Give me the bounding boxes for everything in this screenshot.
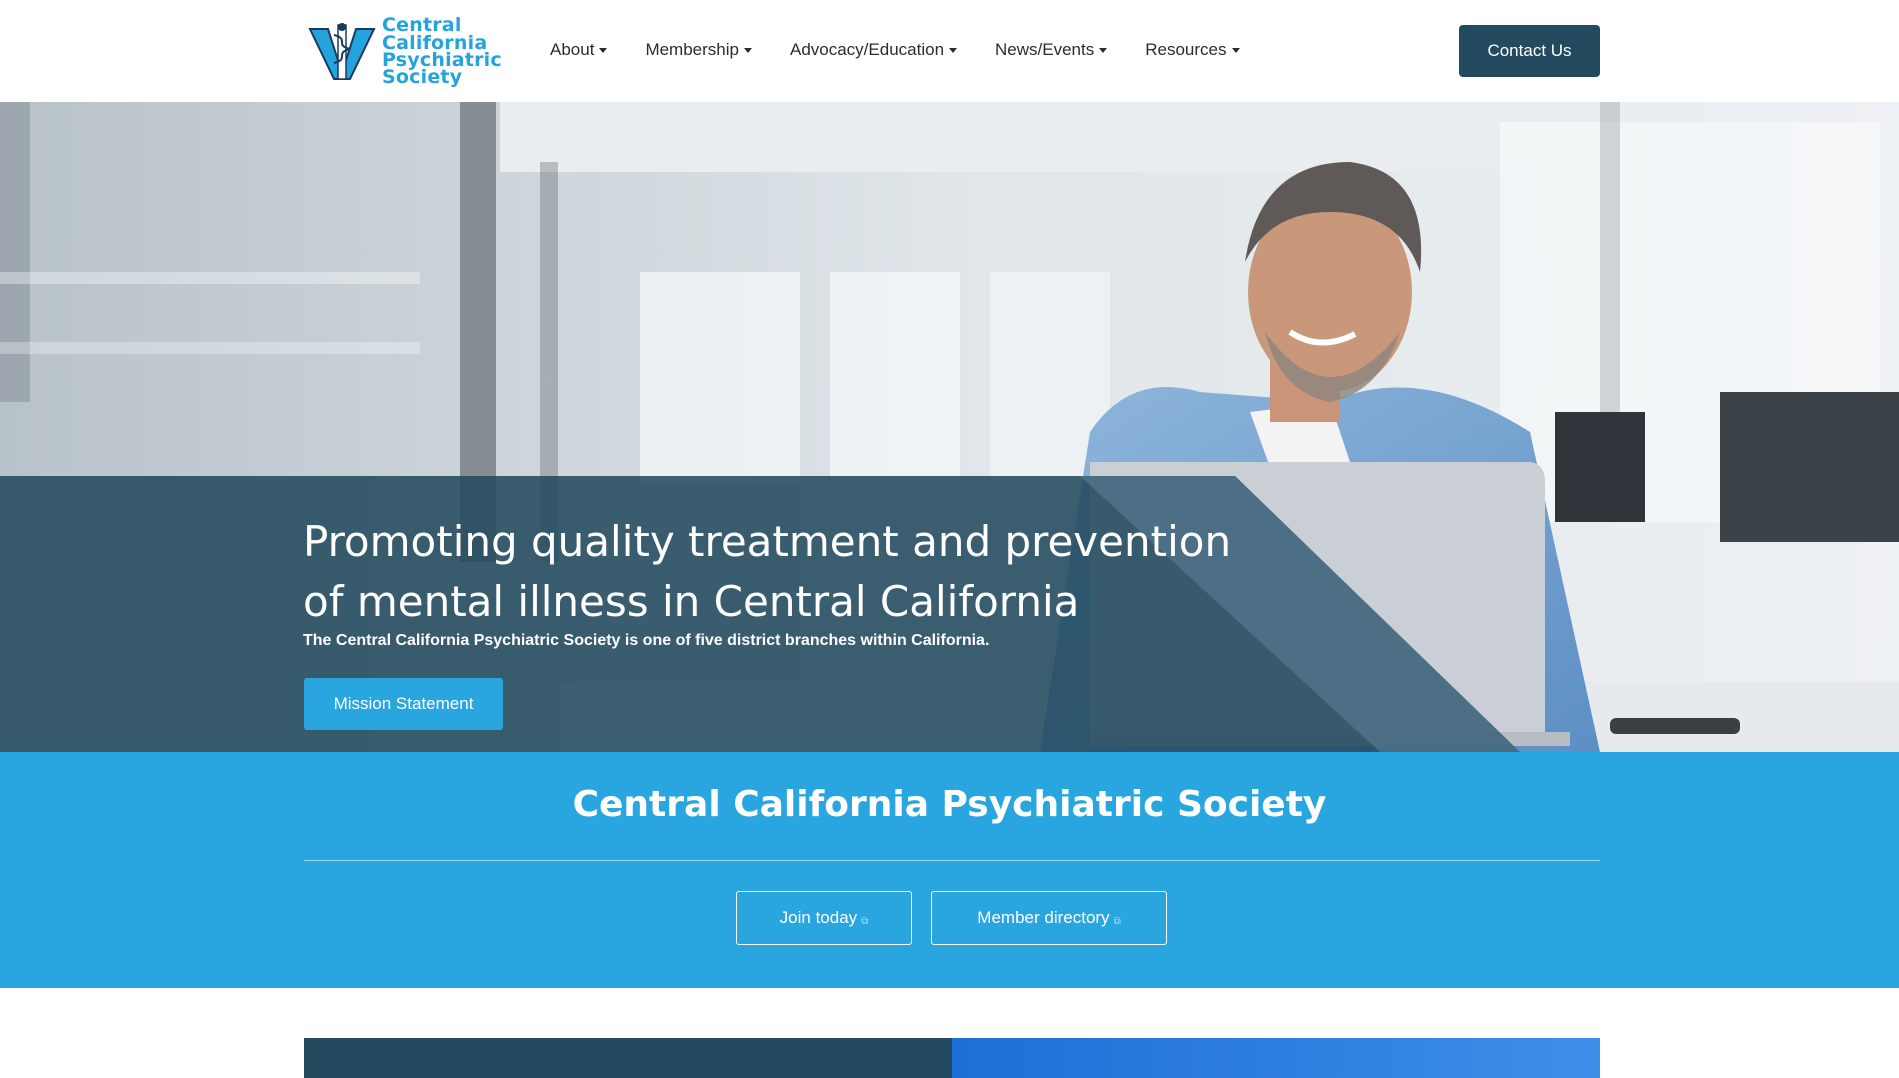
external-link-icon: ⧉ <box>861 915 869 927</box>
site-logo[interactable]: Central California Psychiatric Society <box>306 15 510 89</box>
feature-panel-left <box>304 1038 952 1078</box>
chevron-down-icon <box>743 47 752 53</box>
nav-item-membership[interactable]: Membership <box>645 40 752 60</box>
site-header: Central California Psychiatric Society A… <box>0 0 1899 102</box>
nav-item-about[interactable]: About <box>550 40 608 60</box>
chevron-down-icon <box>949 47 958 53</box>
hero-headline: Promoting quality treatment and preventi… <box>303 512 1253 632</box>
mission-statement-button[interactable]: Mission Statement <box>304 678 503 730</box>
feature-panel-right <box>952 1038 1600 1078</box>
hero-headline-line-1: Promoting quality treatment and preventi… <box>303 517 1232 566</box>
nav-item-advocacy-education[interactable]: Advocacy/Education <box>789 40 958 60</box>
chevron-down-icon <box>1099 47 1108 53</box>
nav-item-label: About <box>550 40 595 59</box>
hero-subtitle: The Central California Psychiatric Socie… <box>303 632 990 649</box>
external-link-icon: ⧉ <box>1113 915 1121 927</box>
nav-item-news-events[interactable]: News/Events <box>995 40 1108 60</box>
join-today-label: Join today <box>779 908 858 927</box>
caduceus-logo-icon <box>308 23 376 80</box>
join-today-button[interactable]: Join today ⧉ <box>736 891 912 945</box>
chevron-down-icon <box>599 47 608 53</box>
logo-line-4: Society <box>382 66 463 89</box>
member-directory-button[interactable]: Member directory ⧉ <box>931 891 1167 945</box>
logo-wordmark: Central California Psychiatric Society <box>382 15 502 89</box>
organization-title: Central California Psychiatric Society <box>572 784 1327 825</box>
section-divider <box>304 860 1600 861</box>
nav-item-label: Membership <box>645 40 739 59</box>
hero-headline-line-2: of mental illness in Central California <box>303 577 1080 626</box>
chevron-down-icon <box>1231 47 1240 53</box>
contact-us-button[interactable]: Contact Us <box>1459 25 1600 77</box>
nav-item-label: Advocacy/Education <box>789 40 945 59</box>
nav-item-label: Resources <box>1145 40 1227 59</box>
member-directory-label: Member directory <box>977 908 1110 927</box>
hero-section: Promoting quality treatment and preventi… <box>0 102 1899 752</box>
nav-item-label: News/Events <box>995 40 1095 59</box>
nav-item-resources[interactable]: Resources <box>1145 40 1240 60</box>
main-nav: About Membership Advocacy/Education News… <box>550 38 1278 62</box>
intro-band: Central California Psychiatric Society J… <box>0 752 1899 988</box>
